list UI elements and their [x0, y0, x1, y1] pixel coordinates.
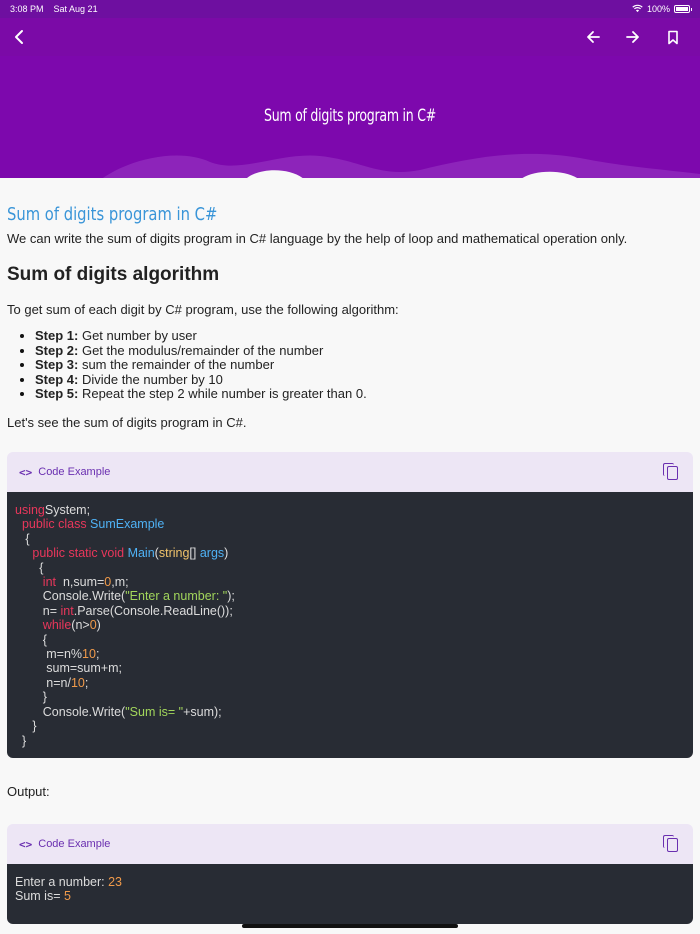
- code-line: }: [15, 719, 37, 734]
- arrow-right-icon: [626, 31, 639, 43]
- next-article-button[interactable]: [622, 26, 644, 48]
- code-line: sum=sum+m;: [15, 661, 122, 676]
- list-item: Step 3: sum the remainder of the number: [35, 357, 693, 373]
- algorithm-steps: Step 1: Get number by user Step 2: Get t…: [35, 328, 693, 402]
- code-line: Sum is= 5: [15, 889, 71, 904]
- status-date: Sat Aug 21: [53, 4, 98, 14]
- output-label: Output:: [7, 784, 50, 799]
- algorithm-intro: To get sum of each digit by C# program, …: [7, 302, 399, 317]
- code-header: <> Code Example: [7, 824, 693, 864]
- wave-decoration: [103, 153, 700, 178]
- hero-title: Sum of digits program in C#: [263, 106, 437, 126]
- code-line: int n,sum=0,m;: [42, 575, 129, 590]
- list-item: Step 5: Repeat the step 2 while number i…: [35, 386, 693, 402]
- home-indicator: [242, 924, 458, 928]
- bookmark-button[interactable]: [662, 26, 684, 48]
- code-line: public class SumExample: [21, 517, 165, 532]
- list-item: Step 1: Get number by user: [35, 328, 693, 344]
- code-header-label: Code Example: [38, 466, 111, 478]
- article-intro: We can write the sum of digits program i…: [7, 231, 628, 246]
- code-line: n=n/10;: [15, 675, 89, 690]
- list-item: Step 4: Divide the number by 10: [35, 372, 693, 388]
- code-line: {: [15, 531, 30, 546]
- output-example-card: <> Code Example Enter a number: 23 Sum is…: [7, 824, 693, 924]
- previous-article-button[interactable]: [582, 26, 604, 48]
- hero-banner: Sum of digits program in C#: [0, 56, 700, 178]
- bookmark-icon: [668, 30, 678, 44]
- code-body: Enter a number: 23 Sum is= 5: [7, 864, 693, 924]
- article-content: Sum of digits program in C# We can write…: [0, 178, 700, 430]
- status-time: 3:08 PM: [10, 4, 44, 14]
- algorithm-heading: Sum of digits algorithm: [7, 264, 220, 285]
- code-line: Console.Write("Sum is= "+sum);: [15, 704, 222, 719]
- code-line: }: [15, 733, 27, 748]
- list-item: Step 2: Get the modulus/remainder of the…: [35, 343, 693, 359]
- code-line: while(n>0): [42, 618, 101, 633]
- copy-code-button[interactable]: [663, 463, 681, 481]
- code-brackets-icon: <>: [19, 837, 33, 851]
- copy-code-button[interactable]: [663, 835, 681, 853]
- code-line: }: [15, 690, 47, 705]
- code-line: {: [15, 560, 44, 575]
- status-bar: 3:08 PM Sat Aug 21 100%: [0, 0, 700, 18]
- code-header: <> Code Example: [7, 452, 693, 492]
- chevron-left-icon: [15, 30, 23, 44]
- code-line: {: [15, 632, 47, 647]
- lets-see-text: Let's see the sum of digits program in C…: [7, 414, 247, 430]
- code-brackets-icon: <>: [19, 465, 33, 479]
- code-line: n= int.Parse(Console.ReadLine());: [15, 603, 233, 618]
- code-line: Enter a number: 23: [15, 875, 123, 889]
- code-line: Console.Write("Enter a number: ");: [15, 589, 235, 604]
- wifi-icon: [632, 4, 643, 15]
- arrow-left-icon: [587, 31, 600, 43]
- code-line: public static void Main(string[] args): [32, 546, 229, 561]
- code-line: usingSystem;: [15, 503, 91, 517]
- code-header-label: Code Example: [38, 838, 111, 850]
- battery-icon: [674, 5, 692, 13]
- back-button[interactable]: [8, 26, 30, 48]
- code-example-card: <> Code Example usingSystem; public clas…: [7, 452, 693, 758]
- article-heading: Sum of digits program in C#: [7, 204, 218, 225]
- code-body: usingSystem; public class SumExample { p…: [7, 492, 693, 758]
- code-line: m=n%10;: [15, 647, 100, 662]
- battery-percent: 100%: [646, 4, 670, 14]
- navigation-bar: [0, 18, 700, 56]
